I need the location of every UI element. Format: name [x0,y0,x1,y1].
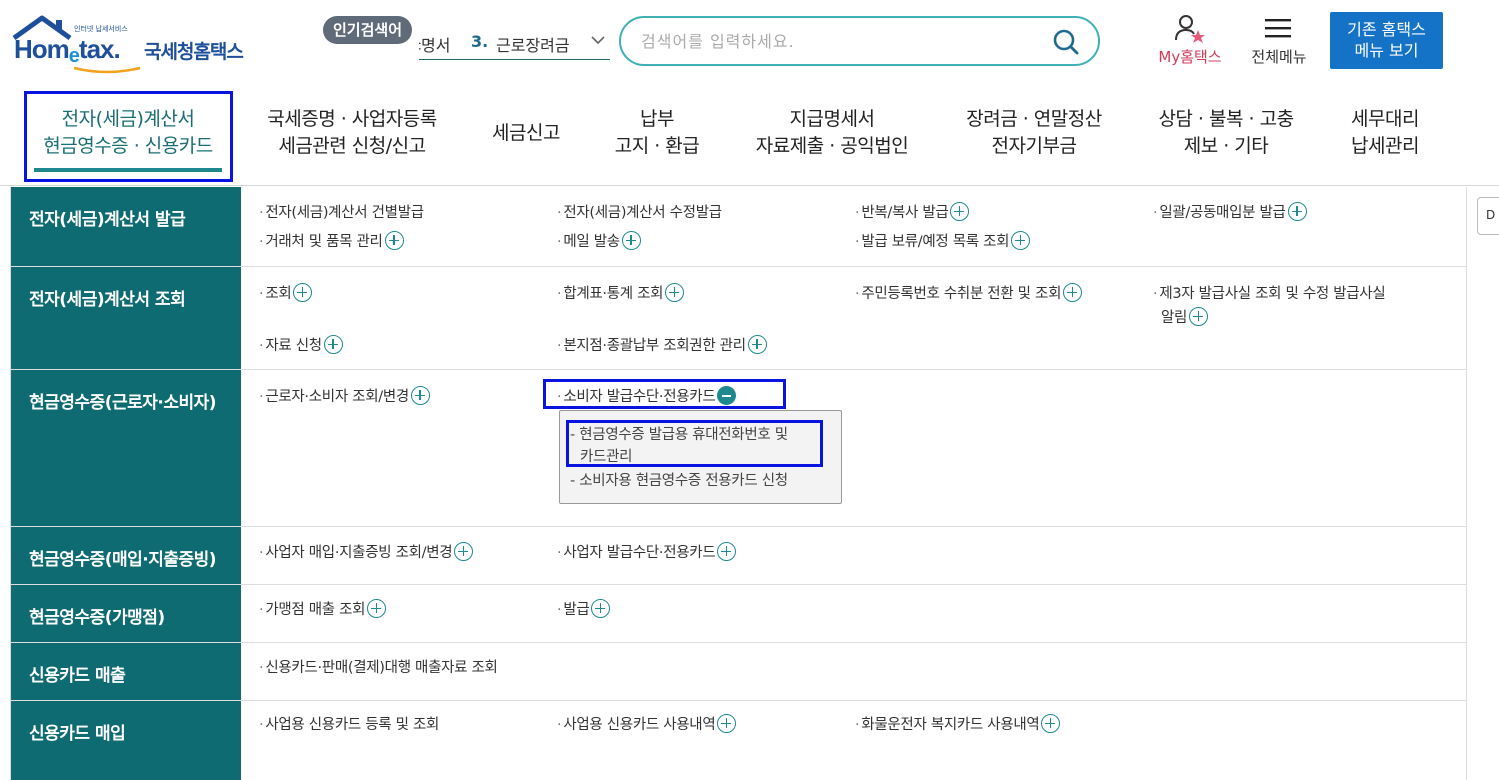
gnb-tab-payment-statement[interactable]: 지급명세서 자료제출 · 공익법인 [744,88,920,182]
menu-row: 신용카드 매출 · 신용카드·판매(결제)대행 매출자료 조회 [11,643,1467,701]
menu-row: 신용카드 매입 · 사업용 신용카드 등록 및 조회 · 사업용 신용카드 사용내역… [11,701,1467,780]
plus-icon[interactable] [293,283,313,302]
side-panel-button[interactable]: D [1477,197,1499,235]
menu-item[interactable]: · 전자(세금)계산서 수정발급 [557,201,722,225]
category-label: 현금영수증(근로자·소비자) [11,370,241,526]
menu-item[interactable]: · 거래처 및 품목 관리 [259,230,404,254]
menu-item[interactable]: · 사업자 발급수단·전용카드 [557,541,737,565]
legacy-menu-button[interactable]: 기존 홈택스 메뉴 보기 [1330,12,1443,69]
plus-icon[interactable] [1063,283,1083,302]
plus-icon[interactable] [367,599,387,618]
menu-item[interactable]: · 발급 보류/예정 목록 조회 [855,230,1031,254]
menu-item[interactable]: · 사업용 신용카드 사용내역 [557,713,737,737]
plus-icon[interactable] [717,714,737,733]
global-nav: 전자(세금)계산서 현금영수증 · 신용카드 국세증명 · 사업자등록 세금관련… [0,88,1499,186]
menu-item[interactable]: · 반복/복사 발급 [855,201,970,225]
menu-row: 전자(세금)계산서 조회 · 조회 · 합계표·통계 조회 · 주민등록번호 수취분 … [11,267,1467,370]
header: 인터넷 납세서비스 Hometax. 국세청홈택스 인기검색어 ‡명서 3. 근… [0,0,1499,82]
submenu-item[interactable]: - 현금영수증 발급용 휴대전화번호 및 [570,424,788,446]
mega-menu-panel: 전자(세금)계산서 발급 · 전자(세금)계산서 건별발급 · 전자(세금)계산서 … [10,187,1467,780]
plus-icon[interactable] [1287,202,1307,221]
submenu-item-continuation[interactable]: 카드관리 [580,446,632,468]
popular-rank: 3. [471,32,489,51]
plus-icon[interactable] [950,202,970,221]
all-menu-label: 전체메뉴 [1251,48,1307,66]
menu-item[interactable]: · 사업용 신용카드 등록 및 조회 [259,713,439,737]
menu-row: 현금영수증(가맹점) · 가맹점 매출 조회 · 발급 [11,585,1467,643]
menu-item-continuation[interactable]: 알림 [1161,306,1209,330]
logo-korean-name: 국세청홈택스 [144,41,244,63]
gnb-tab-consult-appeal[interactable]: 상담 · 불복 · 고충 제보 · 기타 [1146,88,1306,182]
gnb-tab-payment-refund[interactable]: 납부 고지 · 환급 [604,88,710,182]
plus-icon[interactable] [323,335,343,354]
submenu-item[interactable]: - 소비자용 현금영수증 전용카드 신청 [570,470,788,492]
menu-item[interactable]: · 본지점·종괄납부 조회권한 관리 [557,334,767,358]
hamburger-icon [1265,19,1291,38]
menu-item[interactable]: · 일괄/공동매입분 발급 [1153,201,1307,225]
gnb-tab-etax-cash-card[interactable]: 전자(세금)계산서 현금영수증 · 신용카드 [28,88,228,182]
menu-item[interactable]: · 자료 신청 [259,334,343,358]
logo-swoosh-icon [73,66,141,74]
gnb-tab-certificate-registration[interactable]: 국세증명 · 사업자등록 세금관련 신청/신고 [252,88,452,182]
plus-icon[interactable] [1011,231,1031,250]
plus-icon[interactable] [410,386,430,405]
gnb-tab-tax-filing[interactable]: 세금신고 [478,88,574,182]
menu-item[interactable]: · 주민등록번호 수취분 전환 및 조회 [855,282,1083,306]
menu-item[interactable]: · 화물운전자 복지카드 사용내역 [855,713,1061,737]
menu-item[interactable]: · 신용카드·판매(결제)대행 매출자료 조회 [259,656,498,680]
menu-row: 전자(세금)계산서 발급 · 전자(세금)계산서 건별발급 · 전자(세금)계산서 … [11,187,1467,267]
all-menu-button[interactable]: 전체메뉴 [1243,14,1315,70]
my-hometax-label: My홈택스 [1158,48,1222,66]
plus-icon[interactable] [747,335,767,354]
gnb-tab-incentive-yearend[interactable]: 장려금 · 연말정산 전자기부금 [954,88,1114,182]
menu-item[interactable]: · 근로자·소비자 조회/변경 [259,385,430,409]
plus-icon[interactable] [591,599,611,618]
submenu-dropdown: - 현금영수증 발급용 휴대전화번호 및 카드관리 - 소비자용 현금영수증 전… [559,410,842,504]
category-label: 전자(세금)계산서 조회 [11,267,241,369]
menu-row: 현금영수증(매입·지출증빙) · 사업자 매입·지출증빙 조회/변경 · 사업자 발… [11,527,1467,585]
popular-search-ticker[interactable]: ‡명서 3. 근로장려금 [419,28,610,60]
popular-prev-fragment: ‡명서 [419,36,451,55]
category-label: 전자(세금)계산서 발급 [11,187,241,266]
minus-icon[interactable] [717,386,737,405]
logo-brand: Hometax. [14,34,121,67]
popular-term[interactable]: 근로장려금 [496,32,570,56]
menu-item[interactable]: · 사업자 매입·지출증빙 조회/변경 [259,541,474,565]
plus-icon[interactable] [717,542,737,561]
search-input[interactable] [641,28,1041,54]
plus-icon[interactable] [454,542,474,561]
my-hometax-button[interactable]: My홈택스 [1150,14,1230,70]
user-star-icon [1175,15,1205,43]
hometax-logo[interactable]: 인터넷 납세서비스 Hometax. 국세청홈택스 [12,14,252,74]
search-box [619,16,1100,66]
logo-tagline: 인터넷 납세서비스 [74,25,128,33]
popular-search-badge: 인기검색어 [323,16,413,44]
menu-item[interactable]: · 가맹점 매출 조회 [259,598,387,622]
plus-icon[interactable] [384,231,404,250]
plus-icon[interactable] [621,231,641,250]
category-label: 현금영수증(매입·지출증빙) [11,527,241,584]
search-icon[interactable] [1052,28,1080,56]
menu-item-expanded[interactable]: · 소비자 발급수단·전용카드 [557,385,737,409]
menu-item[interactable]: · 발급 [557,598,611,622]
active-tab-underline [34,168,222,172]
category-label: 신용카드 매출 [11,643,241,700]
chevron-down-icon[interactable] [590,32,606,52]
menu-item[interactable]: · 제3자 발급사실 조회 및 수정 발급사실 [1153,282,1386,306]
gnb-tab-tax-agent[interactable]: 세무대리 납세관리 [1340,88,1430,182]
category-label: 신용카드 매입 [11,701,241,780]
menu-item[interactable]: · 전자(세금)계산서 건별발급 [259,201,424,225]
menu-item[interactable]: · 합계표·통계 조회 [557,282,685,306]
menu-item[interactable]: · 조회 [259,282,313,306]
plus-icon[interactable] [1189,307,1209,326]
menu-item[interactable]: · 메일 발송 [557,230,641,254]
category-label: 현금영수증(가맹점) [11,585,241,642]
plus-icon[interactable] [1041,714,1061,733]
plus-icon[interactable] [665,283,685,302]
